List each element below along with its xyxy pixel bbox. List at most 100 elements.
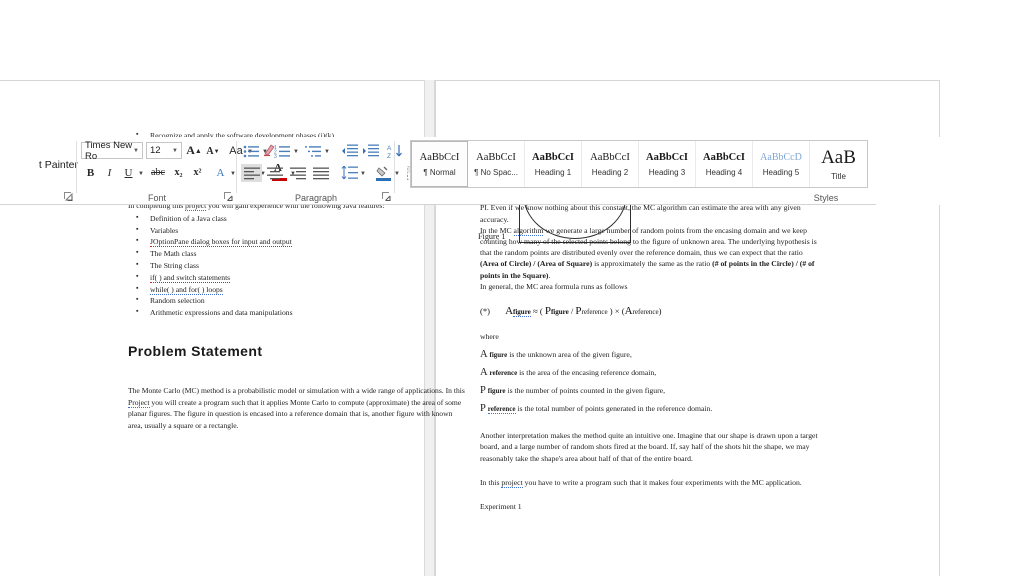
spellcheck-word: algorithm bbox=[513, 225, 544, 236]
ribbon-group-clipboard: t Painter bbox=[0, 137, 78, 205]
problem-statement-heading: Problem Statement bbox=[128, 342, 263, 359]
def-text: is the number of points counted in the g… bbox=[505, 386, 666, 396]
chevron-down-icon[interactable]: ▼ bbox=[324, 149, 330, 155]
chevron-down-icon[interactable]: ▼ bbox=[293, 149, 299, 155]
spellcheck-word: Project bbox=[128, 397, 150, 408]
svg-text:A: A bbox=[387, 145, 392, 152]
underline-icon[interactable]: U bbox=[120, 164, 137, 181]
numbering-icon[interactable]: 1 2 3 bbox=[273, 142, 292, 160]
strikethrough-icon[interactable]: abc bbox=[148, 164, 168, 181]
style-heading-1[interactable]: AaBbCcI Heading 1 bbox=[525, 141, 582, 187]
ribbon: t Painter Times New Ro ▼ 12 ▼ A ▲ A ▼ ▼ … bbox=[0, 137, 876, 205]
bold-icon[interactable]: B bbox=[82, 164, 99, 181]
formula-a-ref-sym: A bbox=[624, 305, 633, 318]
subscript-icon[interactable]: x₂ bbox=[170, 164, 187, 181]
style-preview: AaBbCcI bbox=[419, 152, 460, 163]
bullets-icon[interactable] bbox=[242, 142, 261, 160]
list-item: JOptionPane dialog boxes for input and o… bbox=[128, 235, 468, 248]
formula-a-ref-sub: reference bbox=[632, 308, 659, 317]
style-heading-5[interactable]: AaBbCcD Heading 5 bbox=[753, 141, 810, 187]
style-label: ¶ Normal bbox=[423, 168, 456, 177]
decrease-indent-icon[interactable] bbox=[340, 142, 359, 160]
ribbon-group-font: Times New Ro ▼ 12 ▼ A▲ A▼ Aa ▼ B bbox=[78, 137, 296, 205]
font-dialog-launcher-icon[interactable] bbox=[223, 191, 234, 202]
paragraph-task: In this project you have to write a prog… bbox=[480, 477, 820, 488]
shrink-font-icon[interactable]: A ▼ bbox=[204, 142, 222, 161]
spellcheck-word: project bbox=[501, 477, 523, 488]
definition-row: P reference is the total number of point… bbox=[480, 403, 820, 415]
increase-indent-icon[interactable] bbox=[361, 142, 380, 160]
formula-approx: ≈ ( bbox=[532, 306, 545, 317]
style-preview: AaBbCcI bbox=[590, 152, 630, 163]
ribbon-group-paragraph: ▼ 1 2 3 ▼ ▼ A Z ▼ ▼ Paragraph bbox=[238, 137, 431, 205]
paragraph-mc-algorithm: In the MC algorithm we generate a large … bbox=[480, 225, 820, 281]
style-no-spacing[interactable]: AaBbCcI ¶ No Spac... bbox=[468, 141, 525, 187]
style-preview: AaB bbox=[821, 146, 856, 168]
chevron-down-icon[interactable]: ▼ bbox=[138, 171, 144, 177]
paragraph-cutoff: Experiment 1 bbox=[480, 502, 522, 512]
definition-row: P figure is the number of points counted… bbox=[480, 385, 820, 396]
style-heading-4[interactable]: AaBbCcI Heading 4 bbox=[696, 141, 753, 187]
list-item: Arithmetic expressions and data manipula… bbox=[128, 306, 468, 319]
multilevel-list-icon[interactable] bbox=[304, 142, 323, 160]
paragraph-group-label: Paragraph bbox=[294, 193, 338, 203]
definitions-list: A figure is the unknown area of the give… bbox=[480, 349, 820, 415]
para-task-post: you have to write a program such that it… bbox=[522, 477, 802, 487]
chevron-down-icon: ▼ bbox=[133, 147, 139, 154]
svg-text:Z: Z bbox=[387, 153, 391, 159]
right-page-content: As an example we see above a circle insc… bbox=[480, 180, 820, 512]
def-subscript: reference bbox=[489, 369, 518, 378]
def-symbol: P bbox=[480, 403, 486, 415]
list-item: while( ) and for( ) loops bbox=[128, 283, 468, 296]
grow-font-icon[interactable]: A ▲ bbox=[185, 141, 203, 160]
def-subscript: reference bbox=[487, 405, 516, 415]
font-name-combobox[interactable]: Times New Ro ▼ bbox=[81, 140, 143, 162]
style-heading-2[interactable]: AaBbCcI Heading 2 bbox=[582, 141, 639, 187]
paragraph-interpretation: Another interpretation makes the method … bbox=[480, 431, 818, 463]
style-title[interactable]: AaB Title bbox=[810, 141, 867, 187]
paragraph-dialog-launcher-icon[interactable] bbox=[381, 191, 392, 202]
font-group-label: Font bbox=[147, 193, 166, 203]
chevron-down-icon[interactable]: ▼ bbox=[360, 171, 366, 177]
style-preview: AaBbCcI bbox=[476, 152, 516, 163]
style-label: ¶ No Spac... bbox=[474, 168, 518, 177]
list-item: Definition of a Java class bbox=[128, 212, 468, 225]
style-normal[interactable]: AaBbCcI ¶ Normal bbox=[411, 141, 468, 187]
align-left-icon[interactable] bbox=[241, 164, 262, 182]
style-preview: AaBbCcD bbox=[760, 152, 802, 163]
def-symbol: P bbox=[480, 385, 486, 397]
shading-icon[interactable] bbox=[374, 164, 393, 182]
style-label: Heading 4 bbox=[705, 168, 743, 177]
para-task-pre: In this bbox=[480, 477, 502, 487]
line-spacing-icon[interactable] bbox=[340, 164, 359, 182]
superscript-icon[interactable]: x² bbox=[189, 164, 206, 181]
ribbon-group-styles: AaBbCcI ¶ Normal AaBbCcI ¶ No Spac... Aa… bbox=[396, 137, 876, 205]
formula-p-ref-sub: reference bbox=[581, 308, 608, 317]
definition-row: A reference is the area of the encasing … bbox=[480, 367, 820, 378]
def-symbol: A bbox=[480, 349, 488, 361]
para-mc-d: . bbox=[548, 270, 551, 280]
def-symbol: A bbox=[480, 367, 488, 379]
styles-gallery[interactable]: AaBbCcI ¶ Normal AaBbCcI ¶ No Spac... Aa… bbox=[410, 140, 868, 188]
style-preview: AaBbCcI bbox=[702, 152, 745, 163]
para-mc-ratio-areas: (Area of Circle) / (Area of Square) bbox=[480, 259, 593, 269]
font-size-combobox[interactable]: 12 ▼ bbox=[146, 142, 182, 159]
formula-close: ) × ( bbox=[607, 306, 625, 317]
text-effects-icon[interactable]: A bbox=[212, 164, 229, 181]
format-painter-button[interactable]: t Painter bbox=[0, 159, 78, 171]
clipboard-dialog-launcher-icon[interactable] bbox=[63, 191, 74, 202]
style-heading-3[interactable]: AaBbCcI Heading 3 bbox=[639, 141, 696, 187]
align-right-icon[interactable] bbox=[287, 164, 308, 182]
problem-para-post: you will create a program such that it a… bbox=[128, 397, 462, 430]
list-item: Random selection bbox=[128, 294, 468, 307]
chevron-down-icon[interactable]: ▼ bbox=[262, 149, 268, 155]
list-item: if( ) and switch statements bbox=[128, 271, 468, 284]
where-label: where bbox=[480, 332, 499, 342]
italic-icon[interactable]: I bbox=[101, 164, 118, 181]
justify-icon[interactable] bbox=[310, 164, 331, 182]
align-center-icon[interactable] bbox=[264, 164, 285, 182]
def-subscript: figure bbox=[487, 387, 506, 396]
paragraph-general: In general, the MC area formula runs as … bbox=[480, 281, 628, 291]
styles-group-label: Styles bbox=[813, 193, 839, 203]
style-preview: AaBbCcI bbox=[645, 152, 688, 163]
